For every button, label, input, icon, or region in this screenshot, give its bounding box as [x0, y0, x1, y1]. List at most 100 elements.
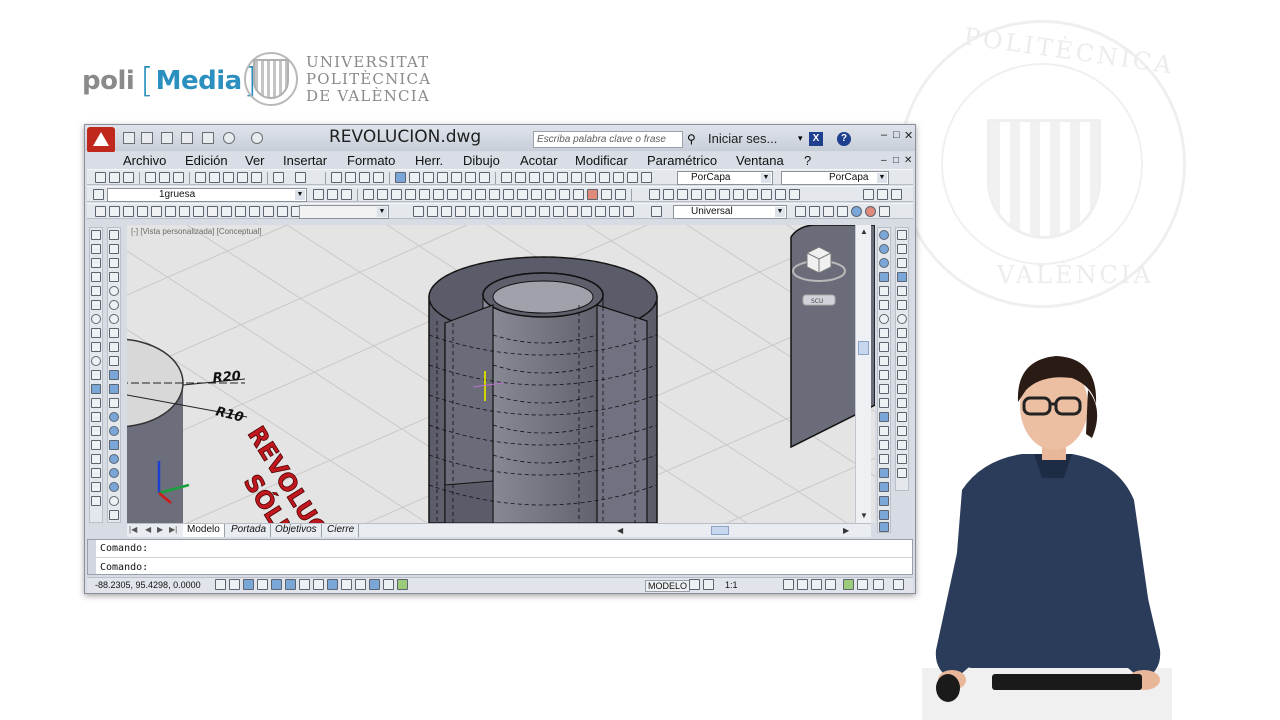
ucs-zaxis-icon[interactable] — [511, 206, 522, 217]
wireframe-2d-icon[interactable] — [809, 206, 820, 217]
quick-view-drawings-icon[interactable] — [703, 579, 714, 590]
extend-icon[interactable] — [109, 370, 119, 380]
layer-properties-icon[interactable] — [93, 189, 104, 200]
chamfer-icon[interactable] — [545, 189, 556, 200]
copy-icon[interactable] — [109, 244, 119, 254]
ellipse-icon[interactable] — [91, 356, 101, 366]
scale-icon[interactable] — [109, 328, 119, 338]
infer-constraints-icon[interactable] — [215, 579, 226, 590]
clean-screen-icon[interactable] — [893, 579, 904, 590]
dim-aligned-icon[interactable] — [897, 244, 907, 254]
save-as-icon[interactable] — [181, 132, 193, 144]
command-line[interactable]: Comando: Comando: — [87, 539, 913, 575]
dimension-radius-icon[interactable] — [677, 189, 688, 200]
close-button[interactable]: ✕ — [904, 129, 913, 142]
undo-icon[interactable] — [223, 132, 235, 144]
dim-space-icon[interactable] — [897, 384, 907, 394]
annotation-visibility-icon[interactable] — [783, 579, 794, 590]
show-lineweight-icon[interactable] — [355, 579, 366, 590]
quick-properties-icon[interactable] — [383, 579, 394, 590]
help-search-input[interactable]: Escriba palabra clave o frase — [533, 131, 683, 148]
named-ucs-icon[interactable] — [595, 206, 606, 217]
snap-intersection-icon[interactable] — [879, 286, 889, 296]
object-snap-tracking-icon[interactable] — [313, 579, 324, 590]
visual-style-icon[interactable] — [795, 206, 806, 217]
ucs-object-icon[interactable] — [469, 206, 480, 217]
menu-dibujo[interactable]: Dibujo — [463, 153, 500, 168]
auto-scale-icon[interactable] — [797, 579, 808, 590]
command-prompt-input[interactable]: Comando: — [100, 562, 148, 573]
cut-icon[interactable] — [195, 172, 206, 183]
offset-icon[interactable] — [109, 272, 119, 282]
publish-icon[interactable] — [173, 172, 184, 183]
add-selected-icon[interactable] — [91, 496, 101, 506]
table-icon[interactable] — [877, 189, 888, 200]
array-icon[interactable] — [109, 286, 119, 296]
table-icon[interactable] — [91, 468, 101, 478]
dim-radius-icon[interactable] — [897, 286, 907, 296]
menu-ver[interactable]: Ver — [245, 153, 265, 168]
dynamic-ucs-icon[interactable] — [327, 579, 338, 590]
move-icon[interactable] — [109, 300, 119, 310]
ucs-manager-icon[interactable] — [609, 206, 620, 217]
restore-button[interactable]: □ — [893, 129, 900, 141]
dim-jogged-icon[interactable] — [897, 300, 907, 310]
doc-minimize-button[interactable]: – — [881, 155, 887, 166]
snap-icon[interactable] — [587, 189, 598, 200]
snap-quadrant-icon[interactable] — [879, 342, 889, 352]
cloud-icon[interactable] — [599, 172, 610, 183]
box-icon[interactable] — [109, 206, 120, 217]
dimension-r20[interactable]: R20 — [212, 369, 241, 386]
sphere-icon[interactable] — [151, 206, 162, 217]
help-icon[interactable] — [479, 172, 490, 183]
dimension-angular-icon[interactable] — [705, 189, 716, 200]
ucs-icon[interactable] — [413, 206, 424, 217]
chevron-down-icon[interactable]: ▼ — [775, 207, 785, 217]
quick-view-layouts-icon[interactable] — [689, 579, 700, 590]
scale-icon[interactable] — [461, 189, 472, 200]
quick-dim-icon[interactable] — [897, 342, 907, 352]
workspace-switching-icon[interactable] — [811, 579, 822, 590]
polyline-icon[interactable] — [91, 258, 101, 268]
hatch-icon[interactable] — [891, 189, 902, 200]
ucs-apply-icon[interactable] — [581, 206, 592, 217]
cone-icon[interactable] — [137, 206, 148, 217]
explode-icon[interactable] — [573, 189, 584, 200]
qnew-icon[interactable] — [95, 172, 106, 183]
dim-angular-icon[interactable] — [897, 328, 907, 338]
open-file-icon[interactable] — [141, 132, 153, 144]
tool-palettes-icon[interactable] — [423, 172, 434, 183]
conceptual-icon[interactable] — [865, 206, 876, 217]
minimize-button[interactable]: – — [881, 129, 887, 141]
arc-icon[interactable] — [91, 300, 101, 310]
vertical-scrollbar[interactable]: ▲ ▼ — [855, 225, 871, 523]
insert-block-icon[interactable] — [641, 172, 652, 183]
break-icon[interactable] — [517, 189, 528, 200]
erase-icon[interactable] — [363, 189, 374, 200]
print-icon[interactable] — [202, 132, 214, 144]
selection-cycling-icon[interactable] — [397, 579, 408, 590]
snap-insert-icon[interactable] — [879, 398, 889, 408]
layer-states-icon[interactable] — [341, 189, 352, 200]
scroll-down-icon[interactable]: ▼ — [860, 511, 868, 520]
extend-icon[interactable] — [503, 189, 514, 200]
polysolid-icon[interactable] — [95, 206, 106, 217]
multiline-text-icon[interactable] — [863, 189, 874, 200]
offset-icon[interactable] — [405, 189, 416, 200]
spline-icon[interactable] — [91, 342, 101, 352]
dynamic-input-icon[interactable] — [341, 579, 352, 590]
view-right-icon[interactable] — [879, 510, 889, 520]
spline-icon[interactable] — [613, 172, 624, 183]
command-line-handle[interactable] — [88, 540, 96, 574]
dim-continue-icon[interactable] — [897, 370, 907, 380]
move-icon[interactable] — [433, 189, 444, 200]
model-space-button[interactable]: MODELO — [645, 580, 691, 592]
isolate-objects-icon[interactable] — [857, 579, 868, 590]
inspection-icon[interactable] — [897, 440, 907, 450]
chevron-down-icon[interactable]: ▼ — [377, 207, 387, 217]
mirror-icon[interactable] — [109, 258, 119, 268]
dim-edit-icon[interactable] — [897, 468, 907, 478]
tab-modelo[interactable]: Modelo — [183, 524, 225, 537]
hardware-acceleration-icon[interactable] — [843, 579, 854, 590]
fillet-icon[interactable] — [109, 426, 119, 436]
